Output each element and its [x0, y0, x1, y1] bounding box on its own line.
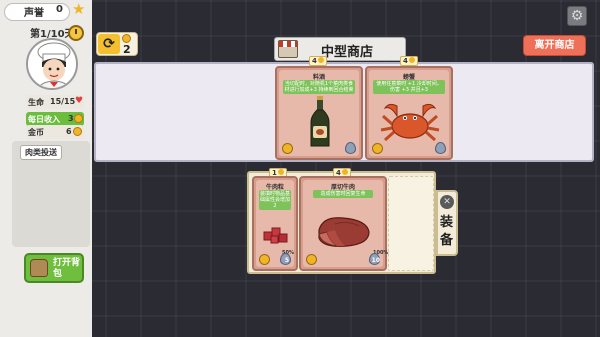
coin-icon	[317, 57, 324, 63]
card-face: 厚切牛肉 造成伤害时回复生命 100% 10	[303, 180, 388, 267]
score-value: 0	[56, 4, 63, 15]
empty-equipment-slot[interactable]	[388, 176, 434, 271]
slot-number: 10	[371, 257, 380, 264]
gold-row: 金币 6	[26, 125, 84, 139]
star-icon: ★	[72, 0, 86, 18]
shop-stall-icon	[278, 40, 298, 58]
income-row: 每日收入 3	[26, 112, 84, 126]
coin-icon	[73, 127, 82, 136]
life-row: 生命 15/15 ♥	[26, 95, 84, 109]
equipment-item-card[interactable]: 牛肉粒 装填时物品基础属性会增加2 50% 5	[252, 176, 298, 271]
price-tag: 4	[400, 56, 418, 66]
coin-icon	[372, 143, 383, 154]
price-value: 4	[312, 57, 317, 65]
chef-avatar	[26, 38, 78, 90]
refresh-shop-button[interactable]: ⟳ 2	[96, 32, 138, 56]
skill-tag[interactable]: 肉类投送	[20, 145, 62, 160]
item-description: 造成伤害时回复生命	[313, 190, 373, 198]
steak-icon	[318, 217, 370, 247]
item-description: 装填时物品基础属性会增加2	[259, 190, 291, 210]
shop-title: 中型商店	[321, 45, 374, 60]
card-face: 料酒 当切配时，对随机1个菜肉类食材进行加成+3 持续到回合结束	[279, 70, 359, 156]
backpack-icon	[30, 259, 48, 277]
wine-bottle-icon	[310, 96, 330, 147]
leave-shop-button[interactable]: 离开商店	[523, 35, 586, 56]
shop-item-card[interactable]: 螃蟹 使用任意菜时 +1 冷却时间，伤害 +3 并且+3	[365, 66, 453, 160]
card-face: 螃蟹 使用任意菜时 +1 冷却时间，伤害 +3 并且+3	[369, 70, 449, 156]
slot-number: 5	[284, 257, 289, 264]
water-drop-icon	[435, 142, 446, 154]
item-description: 当切配时，对随机1个菜肉类食材进行加成+3 持续到回合结束	[283, 80, 355, 94]
price-tag: 4	[309, 56, 327, 66]
equipment-tab[interactable]: ✕ 装备	[436, 190, 458, 256]
open-bag-label: 打开背包	[53, 258, 81, 279]
gear-icon[interactable]: ⚙	[567, 6, 587, 26]
card-face: 牛肉粒 装填时物品基础属性会增加2 50% 5	[256, 180, 294, 267]
coin-icon	[306, 254, 317, 265]
income-value: 3	[68, 114, 74, 123]
equipment-item-card[interactable]: 厚切牛肉 造成伤害时回复生命 100% 10	[299, 176, 388, 271]
heart-icon: ♥	[75, 96, 84, 106]
clock-icon	[68, 25, 84, 41]
coin-icon	[259, 254, 270, 265]
gold-label: 金币	[28, 128, 44, 137]
crab-icon	[380, 103, 440, 142]
status-panel: 声誉 0 ★ 第1/10天 生命 15/15 ♥ 每日收入 3 金币 6 肉类投…	[0, 0, 92, 337]
coin-icon	[341, 169, 348, 175]
tools-icon: ✕	[440, 195, 454, 209]
coin-icon	[122, 34, 131, 43]
score-label: 声誉	[24, 8, 44, 19]
refresh-cost: 2	[123, 43, 131, 56]
shop-item-card[interactable]: 料酒 当切配时，对随机1个菜肉类食材进行加成+3 持续到回合结束	[275, 66, 363, 160]
income-label: 每日收入	[28, 115, 60, 124]
refresh-icon: ⟳	[98, 34, 120, 54]
price-value: 4	[403, 57, 408, 65]
life-value: 15/15	[50, 97, 76, 106]
beef-cubes-icon	[263, 227, 288, 244]
open-bag-button[interactable]: 打开背包	[24, 253, 84, 283]
coin-icon	[277, 169, 284, 175]
equipment-tab-label: 装备	[440, 215, 454, 248]
coin-icon	[408, 57, 415, 63]
item-description: 使用任意菜时 +1 冷却时间，伤害 +3 并且+3	[373, 80, 445, 94]
gold-value: 6	[66, 127, 72, 136]
coin-bag-icon	[74, 114, 83, 123]
water-drop-icon	[345, 142, 356, 154]
coin-icon	[282, 143, 293, 154]
shop-title-box: 中型商店	[274, 37, 406, 61]
life-label: 生命	[28, 98, 44, 107]
